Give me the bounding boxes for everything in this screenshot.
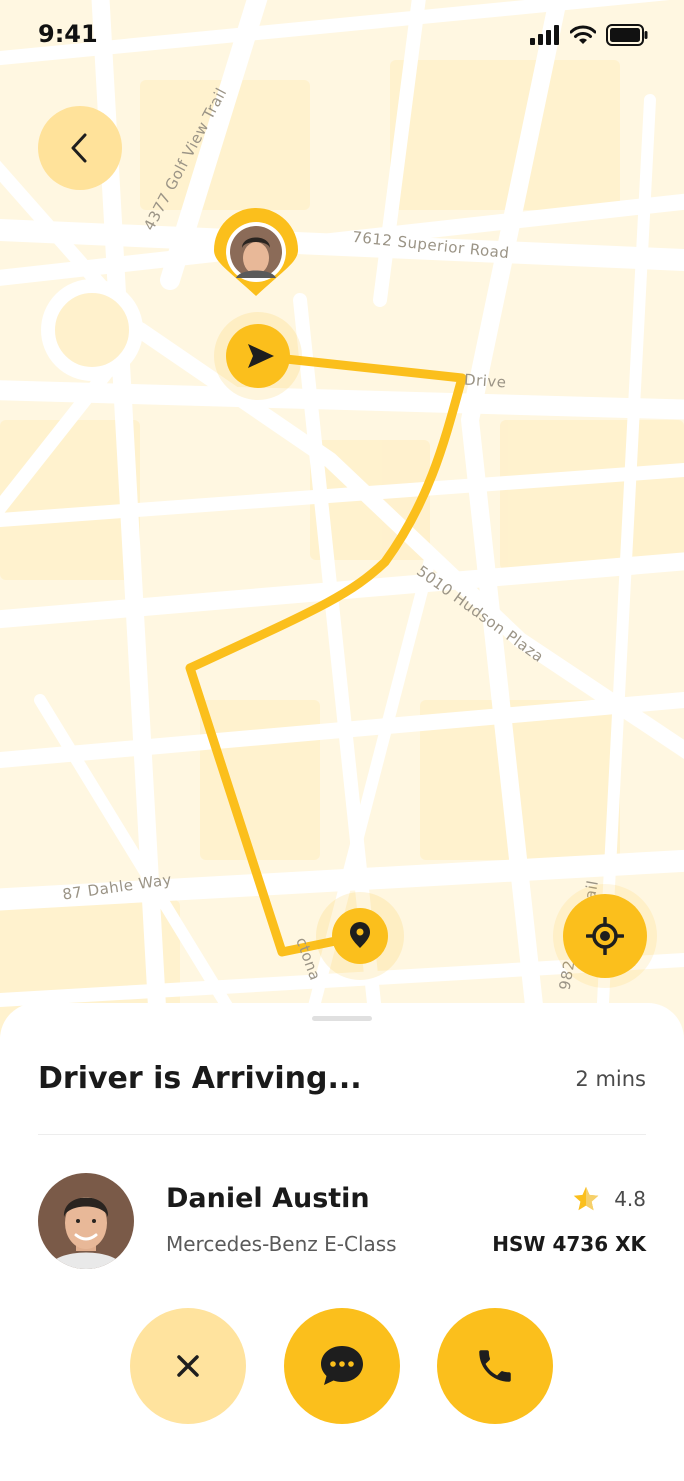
- cancel-ride-button[interactable]: [130, 1308, 246, 1424]
- sheet-drag-handle[interactable]: [312, 1016, 372, 1021]
- driver-avatar[interactable]: [38, 1173, 134, 1269]
- road-label: Drive: [463, 370, 508, 392]
- battery-icon: [606, 24, 648, 46]
- my-location-button[interactable]: [563, 894, 647, 978]
- chat-button[interactable]: [284, 1308, 400, 1424]
- car-model: Mercedes-Benz E-Class: [166, 1232, 397, 1256]
- license-plate: HSW 4736 XK: [492, 1232, 646, 1256]
- rating-value: 4.8: [614, 1187, 646, 1211]
- chevron-left-icon: [71, 133, 87, 163]
- crosshair-icon: [586, 917, 624, 955]
- wifi-icon: [570, 25, 596, 44]
- status-bar: 9:41: [0, 0, 684, 72]
- call-button[interactable]: [437, 1308, 553, 1424]
- driver-name: Daniel Austin: [166, 1183, 370, 1214]
- star-icon: [573, 1186, 599, 1211]
- chat-bubble-icon: [321, 1346, 363, 1385]
- back-button[interactable]: [38, 106, 122, 190]
- trip-status-title: Driver is Arriving...: [38, 1061, 362, 1096]
- phone-icon: [479, 1350, 511, 1382]
- status-icons: [530, 24, 648, 46]
- close-icon: [177, 1355, 199, 1377]
- eta-text: 2 mins: [575, 1067, 646, 1091]
- signal-icon: [530, 25, 559, 45]
- trip-bottom-sheet: Driver is Arriving... 2 mins Daniel Aust…: [0, 1003, 684, 1481]
- driver-rating: 4.8: [572, 1185, 646, 1213]
- status-time: 9:41: [38, 20, 98, 48]
- divider: [38, 1134, 646, 1135]
